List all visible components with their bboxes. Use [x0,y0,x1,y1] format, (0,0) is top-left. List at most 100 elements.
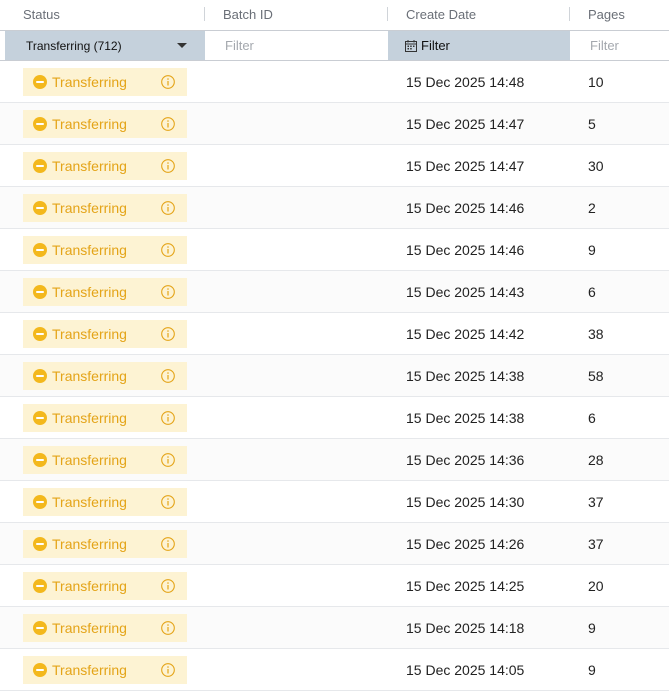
pages-filter-placeholder: Filter [590,38,619,53]
minus-circle-icon [33,537,47,551]
info-icon[interactable] [161,621,175,635]
minus-circle-icon [33,369,47,383]
create-date-cell: 15 Dec 2025 14:48 [406,74,525,90]
status-badge[interactable]: Transferring [23,572,187,600]
status-label: Transferring [52,242,127,258]
table-row[interactable]: Transferring 15 Dec 2025 14:46 9 [0,229,669,271]
column-header-row: Status Batch ID Create Date Pages [0,0,669,30]
minus-circle-icon [33,495,47,509]
minus-circle-icon [33,75,47,89]
create-date-cell: 15 Dec 2025 14:47 [406,158,525,174]
filter-row: Transferring (712) Filter Filter Filter [0,30,669,61]
pages-filter-input[interactable]: Filter [570,31,669,60]
table-row[interactable]: Transferring 15 Dec 2025 14:46 2 [0,187,669,229]
info-icon[interactable] [161,495,175,509]
transfer-grid: Status Batch ID Create Date Pages Transf… [0,0,669,691]
column-header-status[interactable]: Status [23,0,60,30]
status-label: Transferring [52,662,127,678]
table-row[interactable]: Transferring 15 Dec 2025 14:47 5 [0,103,669,145]
pages-cell: 58 [588,368,604,384]
column-header-pages[interactable]: Pages [588,0,625,30]
status-label: Transferring [52,74,127,90]
table-row[interactable]: Transferring 15 Dec 2025 14:47 30 [0,145,669,187]
status-label: Transferring [52,410,127,426]
table-row[interactable]: Transferring 15 Dec 2025 14:26 37 [0,523,669,565]
status-filter-value: Transferring (712) [26,38,122,53]
status-label: Transferring [52,116,127,132]
pages-cell: 38 [588,326,604,342]
calendar-icon [405,39,417,52]
status-badge[interactable]: Transferring [23,446,187,474]
info-icon[interactable] [161,75,175,89]
minus-circle-icon [33,453,47,467]
info-icon[interactable] [161,201,175,215]
column-resize-handle[interactable] [387,7,388,21]
info-icon[interactable] [161,159,175,173]
table-row[interactable]: Transferring 15 Dec 2025 14:48 10 [0,61,669,103]
column-header-create-date[interactable]: Create Date [406,0,476,30]
status-badge[interactable]: Transferring [23,530,187,558]
pages-cell: 37 [588,494,604,510]
column-resize-handle[interactable] [204,7,205,21]
status-filter-dropdown[interactable]: Transferring (712) [5,31,205,60]
table-row[interactable]: Transferring 15 Dec 2025 14:05 9 [0,649,669,691]
status-badge[interactable]: Transferring [23,362,187,390]
minus-circle-icon [33,159,47,173]
status-badge[interactable]: Transferring [23,488,187,516]
table-row[interactable]: Transferring 15 Dec 2025 14:42 38 [0,313,669,355]
status-badge[interactable]: Transferring [23,236,187,264]
info-icon[interactable] [161,663,175,677]
info-icon[interactable] [161,285,175,299]
status-badge[interactable]: Transferring [23,152,187,180]
column-resize-handle[interactable] [569,7,570,21]
status-label: Transferring [52,158,127,174]
minus-circle-icon [33,243,47,257]
table-row[interactable]: Transferring 15 Dec 2025 14:18 9 [0,607,669,649]
status-badge[interactable]: Transferring [23,320,187,348]
table-row[interactable]: Transferring 15 Dec 2025 14:36 28 [0,439,669,481]
status-badge[interactable]: Transferring [23,656,187,684]
info-icon[interactable] [161,369,175,383]
table-row[interactable]: Transferring 15 Dec 2025 14:38 6 [0,397,669,439]
info-icon[interactable] [161,453,175,467]
create-date-cell: 15 Dec 2025 14:46 [406,200,525,216]
create-date-cell: 15 Dec 2025 14:47 [406,116,525,132]
minus-circle-icon [33,117,47,131]
minus-circle-icon [33,327,47,341]
create-date-filter-label: Filter [421,38,450,53]
status-label: Transferring [52,620,127,636]
caret-down-icon[interactable] [177,43,187,48]
create-date-cell: 15 Dec 2025 14:26 [406,536,525,552]
table-row[interactable]: Transferring 15 Dec 2025 14:30 37 [0,481,669,523]
info-icon[interactable] [161,537,175,551]
batch-id-filter-placeholder: Filter [225,38,254,53]
minus-circle-icon [33,579,47,593]
status-badge[interactable]: Transferring [23,194,187,222]
pages-cell: 20 [588,578,604,594]
status-badge[interactable]: Transferring [23,68,187,96]
column-header-batch-id[interactable]: Batch ID [223,0,273,30]
pages-cell: 9 [588,620,596,636]
pages-cell: 6 [588,410,596,426]
info-icon[interactable] [161,411,175,425]
minus-circle-icon [33,201,47,215]
info-icon[interactable] [161,579,175,593]
status-badge[interactable]: Transferring [23,278,187,306]
batch-id-filter-input[interactable]: Filter [205,31,388,60]
table-row[interactable]: Transferring 15 Dec 2025 14:38 58 [0,355,669,397]
create-date-filter-button[interactable]: Filter [388,31,570,60]
status-badge[interactable]: Transferring [23,404,187,432]
table-row[interactable]: Transferring 15 Dec 2025 14:25 20 [0,565,669,607]
create-date-cell: 15 Dec 2025 14:36 [406,452,525,468]
status-label: Transferring [52,368,127,384]
status-badge[interactable]: Transferring [23,110,187,138]
pages-cell: 9 [588,662,596,678]
info-icon[interactable] [161,243,175,257]
table-body: Transferring 15 Dec 2025 14:48 10 Transf… [0,61,669,691]
info-icon[interactable] [161,117,175,131]
table-row[interactable]: Transferring 15 Dec 2025 14:43 6 [0,271,669,313]
info-icon[interactable] [161,327,175,341]
status-badge[interactable]: Transferring [23,614,187,642]
status-label: Transferring [52,452,127,468]
status-label: Transferring [52,536,127,552]
